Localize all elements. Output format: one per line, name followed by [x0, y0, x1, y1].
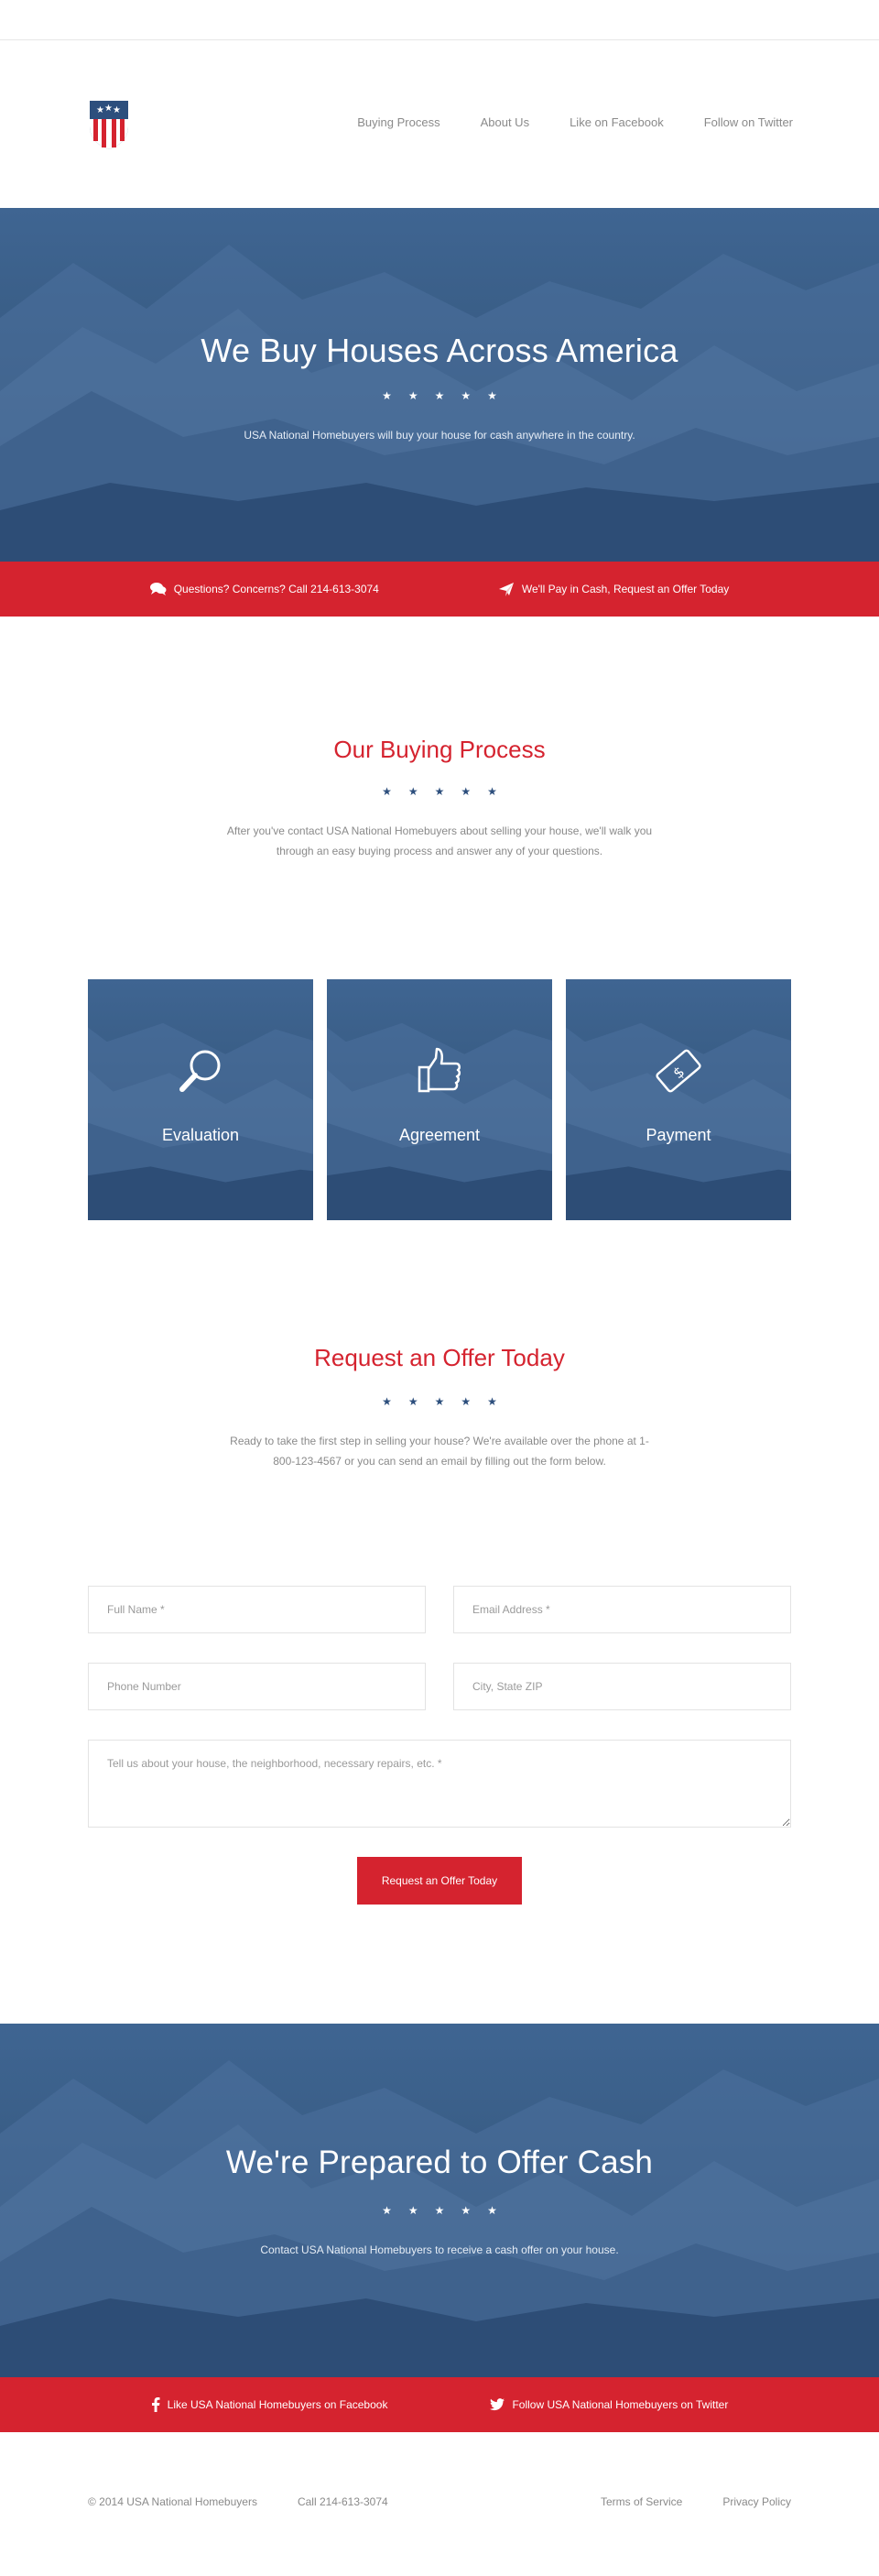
- cta-subtitle: Contact USA National Homebuyers to recei…: [260, 2243, 619, 2256]
- facebook-icon: [151, 2397, 160, 2412]
- star-divider: ★ ★ ★ ★ ★: [0, 1396, 879, 1407]
- request-text: Ready to take the first step in selling …: [230, 1435, 649, 1468]
- top-border: [0, 0, 879, 40]
- cash-offer-banner: We're Prepared to Offer Cash ★ ★ ★ ★ ★ C…: [0, 2024, 879, 2377]
- money-bill-icon: $: [656, 1049, 701, 1093]
- paper-plane-icon: [498, 583, 514, 596]
- star-icon: ★: [434, 389, 445, 402]
- shield-logo-icon[interactable]: ★ ★ ★: [88, 99, 130, 150]
- offer-form: Request an Offer Today: [0, 1586, 879, 1905]
- star-icon: ★: [382, 785, 392, 798]
- facebook-text: Like USA National Homebuyers on Facebook: [167, 2398, 388, 2411]
- star-divider: ★ ★ ★ ★ ★: [0, 390, 879, 401]
- email-input[interactable]: [453, 1586, 791, 1633]
- full-name-input[interactable]: [88, 1586, 426, 1633]
- message-textarea[interactable]: [88, 1740, 791, 1828]
- mountain-background: [88, 979, 313, 1220]
- card-evaluation[interactable]: Evaluation: [88, 979, 313, 1220]
- contact-call-link[interactable]: Questions? Concerns? Call 214-613-3074: [149, 582, 379, 596]
- request-title: Request an Offer Today: [314, 1344, 565, 1371]
- card-agreement[interactable]: Agreement: [327, 979, 552, 1220]
- card-payment[interactable]: $ Payment: [566, 979, 791, 1220]
- star-icon: ★: [461, 1395, 472, 1408]
- buying-title: Our Buying Process: [333, 736, 546, 763]
- twitter-link[interactable]: Follow USA National Homebuyers on Twitte…: [490, 2398, 728, 2411]
- copyright-text: © 2014 USA National Homebuyers: [88, 2495, 257, 2508]
- submit-offer-button[interactable]: Request an Offer Today: [357, 1857, 522, 1905]
- svg-text:★: ★: [96, 105, 104, 115]
- privacy-link[interactable]: Privacy Policy: [722, 2495, 791, 2508]
- mountain-background: [327, 979, 552, 1220]
- phone-input[interactable]: [88, 1663, 426, 1710]
- request-offer-text: We'll Pay in Cash, Request an Offer Toda…: [521, 583, 730, 595]
- nav-follow-twitter[interactable]: Follow on Twitter: [704, 115, 793, 129]
- social-bar: Like USA National Homebuyers on Facebook…: [0, 2377, 879, 2432]
- star-icon: ★: [487, 2204, 497, 2217]
- request-offer-link[interactable]: We'll Pay in Cash, Request an Offer Toda…: [498, 582, 729, 596]
- hero-title: We Buy Houses Across America: [201, 332, 678, 369]
- star-divider: ★ ★ ★ ★ ★: [0, 786, 879, 797]
- terms-link[interactable]: Terms of Service: [601, 2495, 682, 2508]
- request-offer-section: Request an Offer Today ★ ★ ★ ★ ★ Ready t…: [0, 1224, 879, 1586]
- star-icon: ★: [487, 389, 497, 402]
- star-icon: ★: [461, 389, 472, 402]
- twitter-text: Follow USA National Homebuyers on Twitte…: [512, 2398, 729, 2411]
- site-footer: © 2014 USA National Homebuyers Call 214-…: [0, 2432, 879, 2571]
- hero-banner: We Buy Houses Across America ★ ★ ★ ★ ★ U…: [0, 208, 879, 562]
- buying-process-section: Our Buying Process ★ ★ ★ ★ ★ After you'v…: [0, 617, 879, 979]
- star-icon: ★: [407, 1395, 418, 1408]
- chat-bubbles-icon: [149, 583, 167, 595]
- star-icon: ★: [461, 2204, 472, 2217]
- thumbs-up-icon: [418, 1047, 461, 1093]
- card-label: Payment: [646, 1126, 711, 1144]
- hero-subtitle: USA National Homebuyers will buy your ho…: [244, 429, 635, 442]
- buying-text: After you've contact USA National Homebu…: [226, 824, 653, 857]
- magnifier-icon: [179, 1050, 221, 1092]
- contact-bar: Questions? Concerns? Call 214-613-3074 W…: [0, 562, 879, 617]
- main-nav: Buying Process About Us Like on Facebook…: [317, 115, 793, 129]
- mountain-background: [566, 979, 791, 1220]
- star-icon: ★: [434, 785, 445, 798]
- star-icon: ★: [487, 785, 497, 798]
- star-icon: ★: [461, 785, 472, 798]
- site-header: ★ ★ ★ Buying Process About Us Like on Fa…: [0, 40, 879, 208]
- city-state-zip-input[interactable]: [453, 1663, 791, 1710]
- star-divider: ★ ★ ★ ★ ★: [0, 2205, 879, 2216]
- nav-buying-process[interactable]: Buying Process: [357, 115, 440, 129]
- cta-title: We're Prepared to Offer Cash: [225, 2145, 654, 2180]
- star-icon: ★: [382, 389, 392, 402]
- star-icon: ★: [382, 1395, 392, 1408]
- process-cards: Evaluation Agreement $ Payment: [0, 979, 879, 1224]
- card-label: Agreement: [398, 1126, 481, 1144]
- facebook-link[interactable]: Like USA National Homebuyers on Facebook: [151, 2397, 388, 2412]
- star-icon: ★: [407, 785, 418, 798]
- svg-text:★: ★: [113, 105, 121, 115]
- star-icon: ★: [382, 2204, 392, 2217]
- footer-phone-link[interactable]: Call 214-613-3074: [298, 2495, 388, 2508]
- nav-like-facebook[interactable]: Like on Facebook: [570, 115, 664, 129]
- contact-call-text: Questions? Concerns? Call 214-613-3074: [173, 583, 379, 595]
- card-label: Evaluation: [161, 1126, 240, 1144]
- star-icon: ★: [407, 2204, 418, 2217]
- nav-about-us[interactable]: About Us: [481, 115, 529, 129]
- star-icon: ★: [487, 1395, 497, 1408]
- star-icon: ★: [434, 1395, 445, 1408]
- star-icon: ★: [434, 2204, 445, 2217]
- svg-text:★: ★: [104, 104, 113, 114]
- star-icon: ★: [407, 389, 418, 402]
- twitter-icon: [490, 2398, 505, 2411]
